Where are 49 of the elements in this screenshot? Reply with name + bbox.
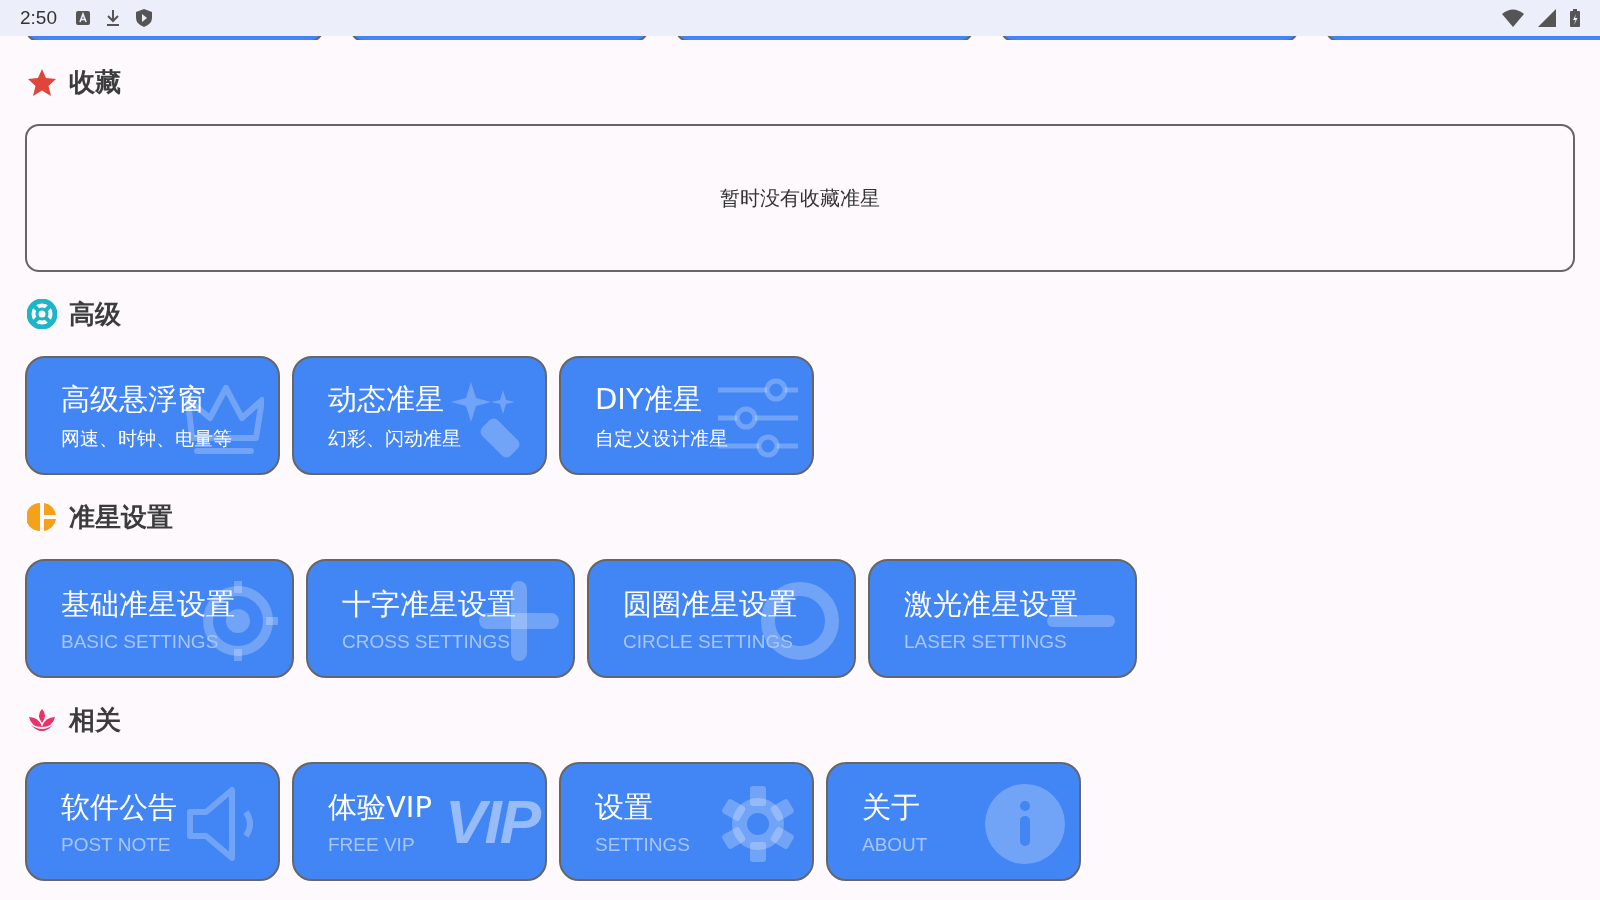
section-title: 相关: [69, 703, 121, 737]
signal-icon: [1538, 9, 1556, 27]
battery-icon: [1570, 9, 1580, 27]
card-button[interactable]: 关于 ABOUT: [826, 762, 1081, 881]
card-subtitle: FREE VIP: [328, 833, 415, 856]
card-title: 设置: [595, 788, 653, 826]
section-title: 收藏: [69, 65, 121, 99]
card-button[interactable]: 设置 SETTINGS: [559, 762, 814, 881]
card-subtitle: SETTINGS: [595, 833, 690, 856]
lifebuoy-icon: [27, 299, 57, 329]
card-title: 激光准星设置: [904, 585, 1078, 623]
card-button[interactable]: 软件公告 POST NOTE: [25, 762, 280, 881]
card-button[interactable]: 基础准星设置 BASIC SETTINGS: [25, 559, 294, 678]
card-title: 关于: [862, 788, 920, 826]
card-button[interactable]: 动态准星 幻彩、闪动准星: [292, 356, 547, 475]
card-subtitle: LASER SETTINGS: [904, 630, 1067, 653]
card-subtitle: 网速、时钟、电量等: [61, 425, 232, 451]
section-title: 高级: [69, 297, 121, 331]
card-title: DIY准星: [595, 380, 702, 418]
card-button[interactable]: 高级悬浮窗 网速、时钟、电量等: [25, 356, 280, 475]
card-title: 基础准星设置: [61, 585, 235, 623]
card-subtitle: ABOUT: [862, 833, 928, 856]
info-icon: [985, 784, 1065, 864]
card-title: 十字准星设置: [342, 585, 516, 623]
card-subtitle: 幻彩、闪动准星: [328, 425, 461, 451]
shield-icon: [135, 8, 153, 28]
card-button[interactable]: 激光准星设置 LASER SETTINGS: [868, 559, 1137, 678]
card-button[interactable]: 十字准星设置 CROSS SETTINGS: [306, 559, 575, 678]
card-subtitle: 自定义设计准星: [595, 425, 728, 451]
card-title: 圆圈准星设置: [623, 585, 797, 623]
download-icon: [105, 9, 121, 27]
card-title: 高级悬浮窗: [61, 380, 206, 418]
card-title: 软件公告: [61, 788, 177, 826]
empty-message: 暂时没有收藏准星: [720, 184, 880, 212]
star-icon: [27, 67, 57, 97]
card-button[interactable]: DIY准星 自定义设计准星: [559, 356, 814, 475]
status-time: 2:50: [20, 7, 57, 29]
card-button[interactable]: 圆圈准星设置 CIRCLE SETTINGS: [587, 559, 856, 678]
card-title: 动态准星: [328, 380, 444, 418]
vip-label: VIP: [445, 786, 539, 857]
card-title: 体验VIP: [328, 788, 432, 826]
pie-icon: [27, 502, 57, 532]
card-subtitle: BASIC SETTINGS: [61, 630, 219, 653]
section-title: 准星设置: [69, 500, 173, 534]
keyboard-icon: [75, 10, 91, 26]
wifi-icon: [1502, 9, 1524, 27]
card-subtitle: CROSS SETTINGS: [342, 630, 510, 653]
card-subtitle: CIRCLE SETTINGS: [623, 630, 793, 653]
card-subtitle: POST NOTE: [61, 833, 171, 856]
